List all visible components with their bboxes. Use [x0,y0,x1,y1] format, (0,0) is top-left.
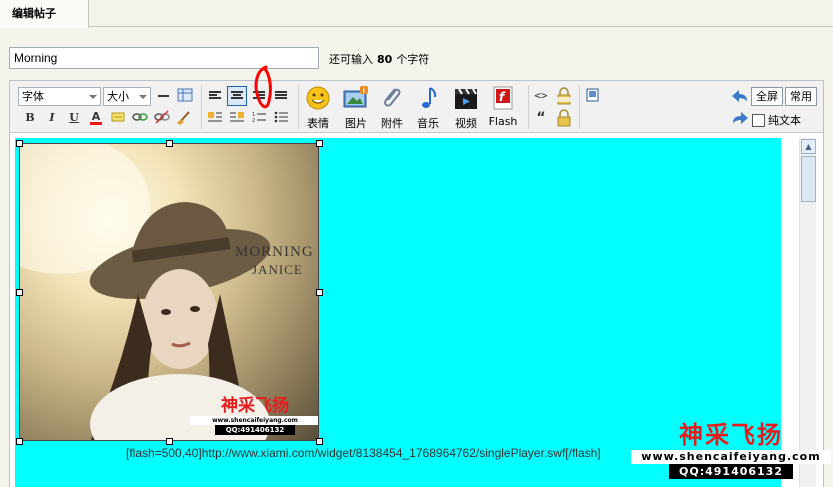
align-left-icon[interactable] [206,87,224,105]
watermark-brand: 神采飞扬 [679,421,783,449]
svg-text:i: i [363,87,365,95]
tab-bar: 编辑帖子 [0,0,833,28]
toolbar-separator [201,85,202,129]
align-center-icon[interactable] [227,86,247,106]
paste-word-icon[interactable] [584,87,602,105]
resize-handle-e[interactable] [316,289,323,296]
fullscreen-button[interactable]: 全屏 [751,87,783,106]
music-button[interactable]: 音乐 [408,86,448,130]
attachment-label: 附件 [381,117,403,130]
image-watermark-url: www.shencaifeiyang.com [190,416,318,425]
table-icon[interactable] [176,87,194,105]
char-count-hint: 还可输入 80 个字符 [329,51,429,67]
resize-handle-w[interactable] [16,289,23,296]
italic-button[interactable]: I [43,109,61,127]
watermark-url: www.shencaifeiyang.com [631,450,831,464]
link-icon[interactable] [131,109,149,127]
image-watermark-brand: 神采飞扬 [221,396,289,416]
image-label: 图片 [345,117,367,130]
resize-handle-se[interactable] [316,438,323,445]
flash-button[interactable]: f Flash [483,86,523,130]
float-right-icon[interactable] [228,109,246,127]
font-size-select[interactable]: 大小 [103,87,151,106]
flash-embed-code: [flash=500,40]http://www.xiami.com/widge… [126,446,601,460]
code-icon[interactable]: <> [532,87,550,105]
bold-button[interactable]: B [21,109,39,127]
resize-handle-sw[interactable] [16,438,23,445]
clapperboard-icon [455,88,477,109]
video-label: 视频 [455,117,477,130]
paperclip-icon [384,88,401,107]
resize-handle-s[interactable] [166,438,173,445]
flash-icon: f [493,86,513,110]
flash-label: Flash [488,115,518,128]
scroll-up-icon[interactable]: ▲ [801,139,816,154]
video-button[interactable]: 视频 [446,86,486,130]
image-icon: i [343,86,368,108]
hint-prefix: 还可输入 [329,53,373,66]
scroll-thumb[interactable] [801,156,816,202]
smiley-icon [306,86,330,110]
album-artist: JANICE [252,262,303,277]
emoticon-label: 表情 [307,117,329,130]
unlink-icon[interactable] [153,109,171,127]
free-lock-icon[interactable] [555,87,573,105]
plaintext-label: 纯文本 [768,114,801,127]
album-cover-image[interactable]: MORNING JANICE 神采飞扬 www.shencaifeiyang.c… [19,143,319,441]
quote-button[interactable]: “ [532,109,550,127]
font-family-select[interactable]: 字体 [18,87,101,106]
toolbar-separator [528,85,529,129]
resize-handle-nw[interactable] [16,140,23,147]
resize-handle-n[interactable] [166,140,173,147]
attachment-button[interactable]: 附件 [372,86,412,130]
watermark-qq: QQ:491406132 [669,464,793,479]
tab-edit-post[interactable]: 编辑帖子 [0,0,89,28]
music-note-icon [422,87,437,108]
undo-icon[interactable] [731,88,749,106]
highlight-icon[interactable] [109,109,127,127]
underline-button[interactable]: U [65,109,83,127]
chevron-down-icon [139,95,147,99]
page-watermark: 神采飞扬 www.shencaifeiyang.com QQ:491406132 [631,420,831,482]
image-watermark: 神采飞扬 www.shencaifeiyang.com QQ:491406132 [190,396,318,435]
plaintext-checkbox[interactable] [752,114,765,127]
color-swatch [90,122,102,125]
hide-lock-icon[interactable] [555,109,573,127]
hint-suffix: 个字符 [396,53,430,66]
font-select-label: 字体 [22,90,44,103]
album-title: MORNING [235,244,314,260]
clear-format-icon[interactable] [175,109,193,127]
chevron-down-icon [89,95,97,99]
emoticon-button[interactable]: 表情 [298,86,338,130]
toolbar-separator [579,85,580,129]
horizontal-rule-icon[interactable] [154,87,172,105]
font-color-button[interactable]: A [87,108,105,126]
common-button[interactable]: 常用 [785,87,817,106]
size-select-label: 大小 [107,90,129,103]
redo-icon[interactable] [731,110,749,128]
image-button[interactable]: i 图片 [336,86,376,130]
editor-toolbar: 字体 大小 B I U A 1 2 表情 i 图片 附件 音乐 视频 f Fla… [10,65,823,133]
resize-handle-ne[interactable] [316,140,323,147]
red-annotation-mark [254,65,272,109]
music-label: 音乐 [417,117,439,130]
image-watermark-qq: QQ:491406132 [215,425,295,435]
hint-count: 80 [377,53,393,66]
float-left-icon[interactable] [206,109,224,127]
